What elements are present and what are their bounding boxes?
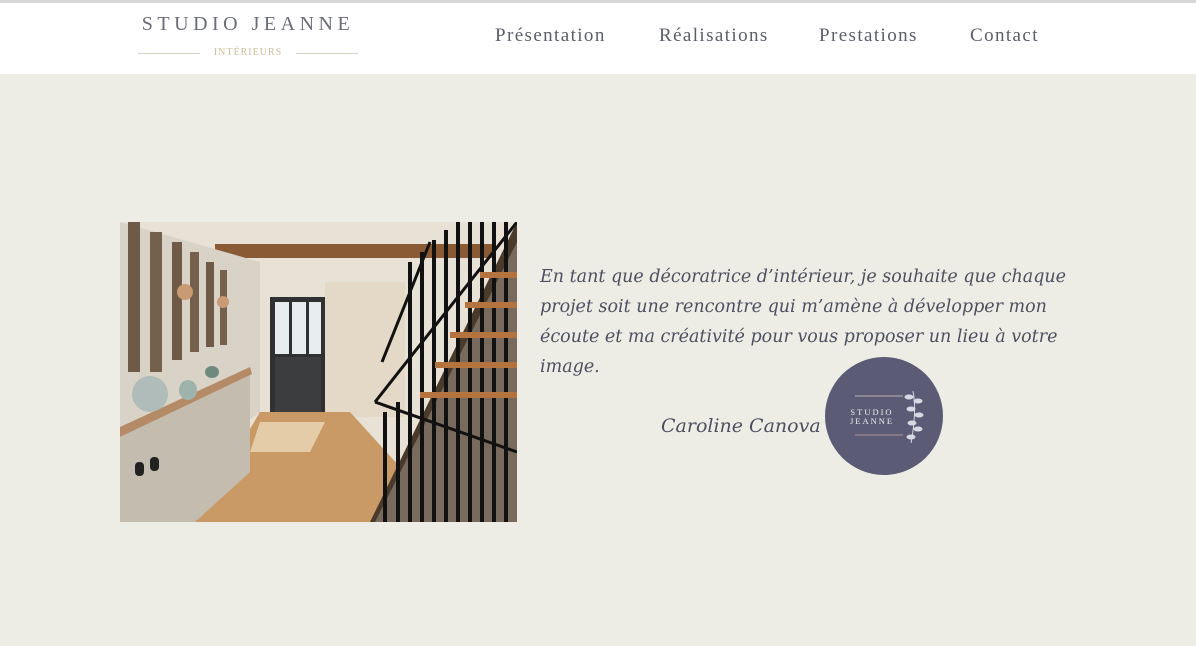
studio-badge-logo: STUDIO JEANNE xyxy=(825,357,943,475)
site-header: STUDIO JEANNE INTÉRIEURS Présentation Ré… xyxy=(0,3,1196,74)
logo-name: STUDIO JEANNE xyxy=(141,13,355,35)
interior-hallway-photo xyxy=(120,222,517,522)
logo-rule-right xyxy=(296,53,358,54)
designer-quote: En tant que décoratrice d’intérieur, je … xyxy=(540,267,1067,377)
site-logo[interactable]: STUDIO JEANNE INTÉRIEURS xyxy=(138,13,358,63)
designer-signature: Caroline Canova xyxy=(661,415,821,437)
badge-logo-text: STUDIO JEANNE xyxy=(849,407,895,426)
nav-item-contact[interactable]: Contact xyxy=(970,25,1039,47)
logo-subtitle: INTÉRIEURS xyxy=(138,46,358,60)
nav-item-realisations[interactable]: Réalisations xyxy=(659,25,769,47)
nav-item-prestations[interactable]: Prestations xyxy=(819,25,918,47)
nav-item-presentation[interactable]: Présentation xyxy=(495,25,606,47)
